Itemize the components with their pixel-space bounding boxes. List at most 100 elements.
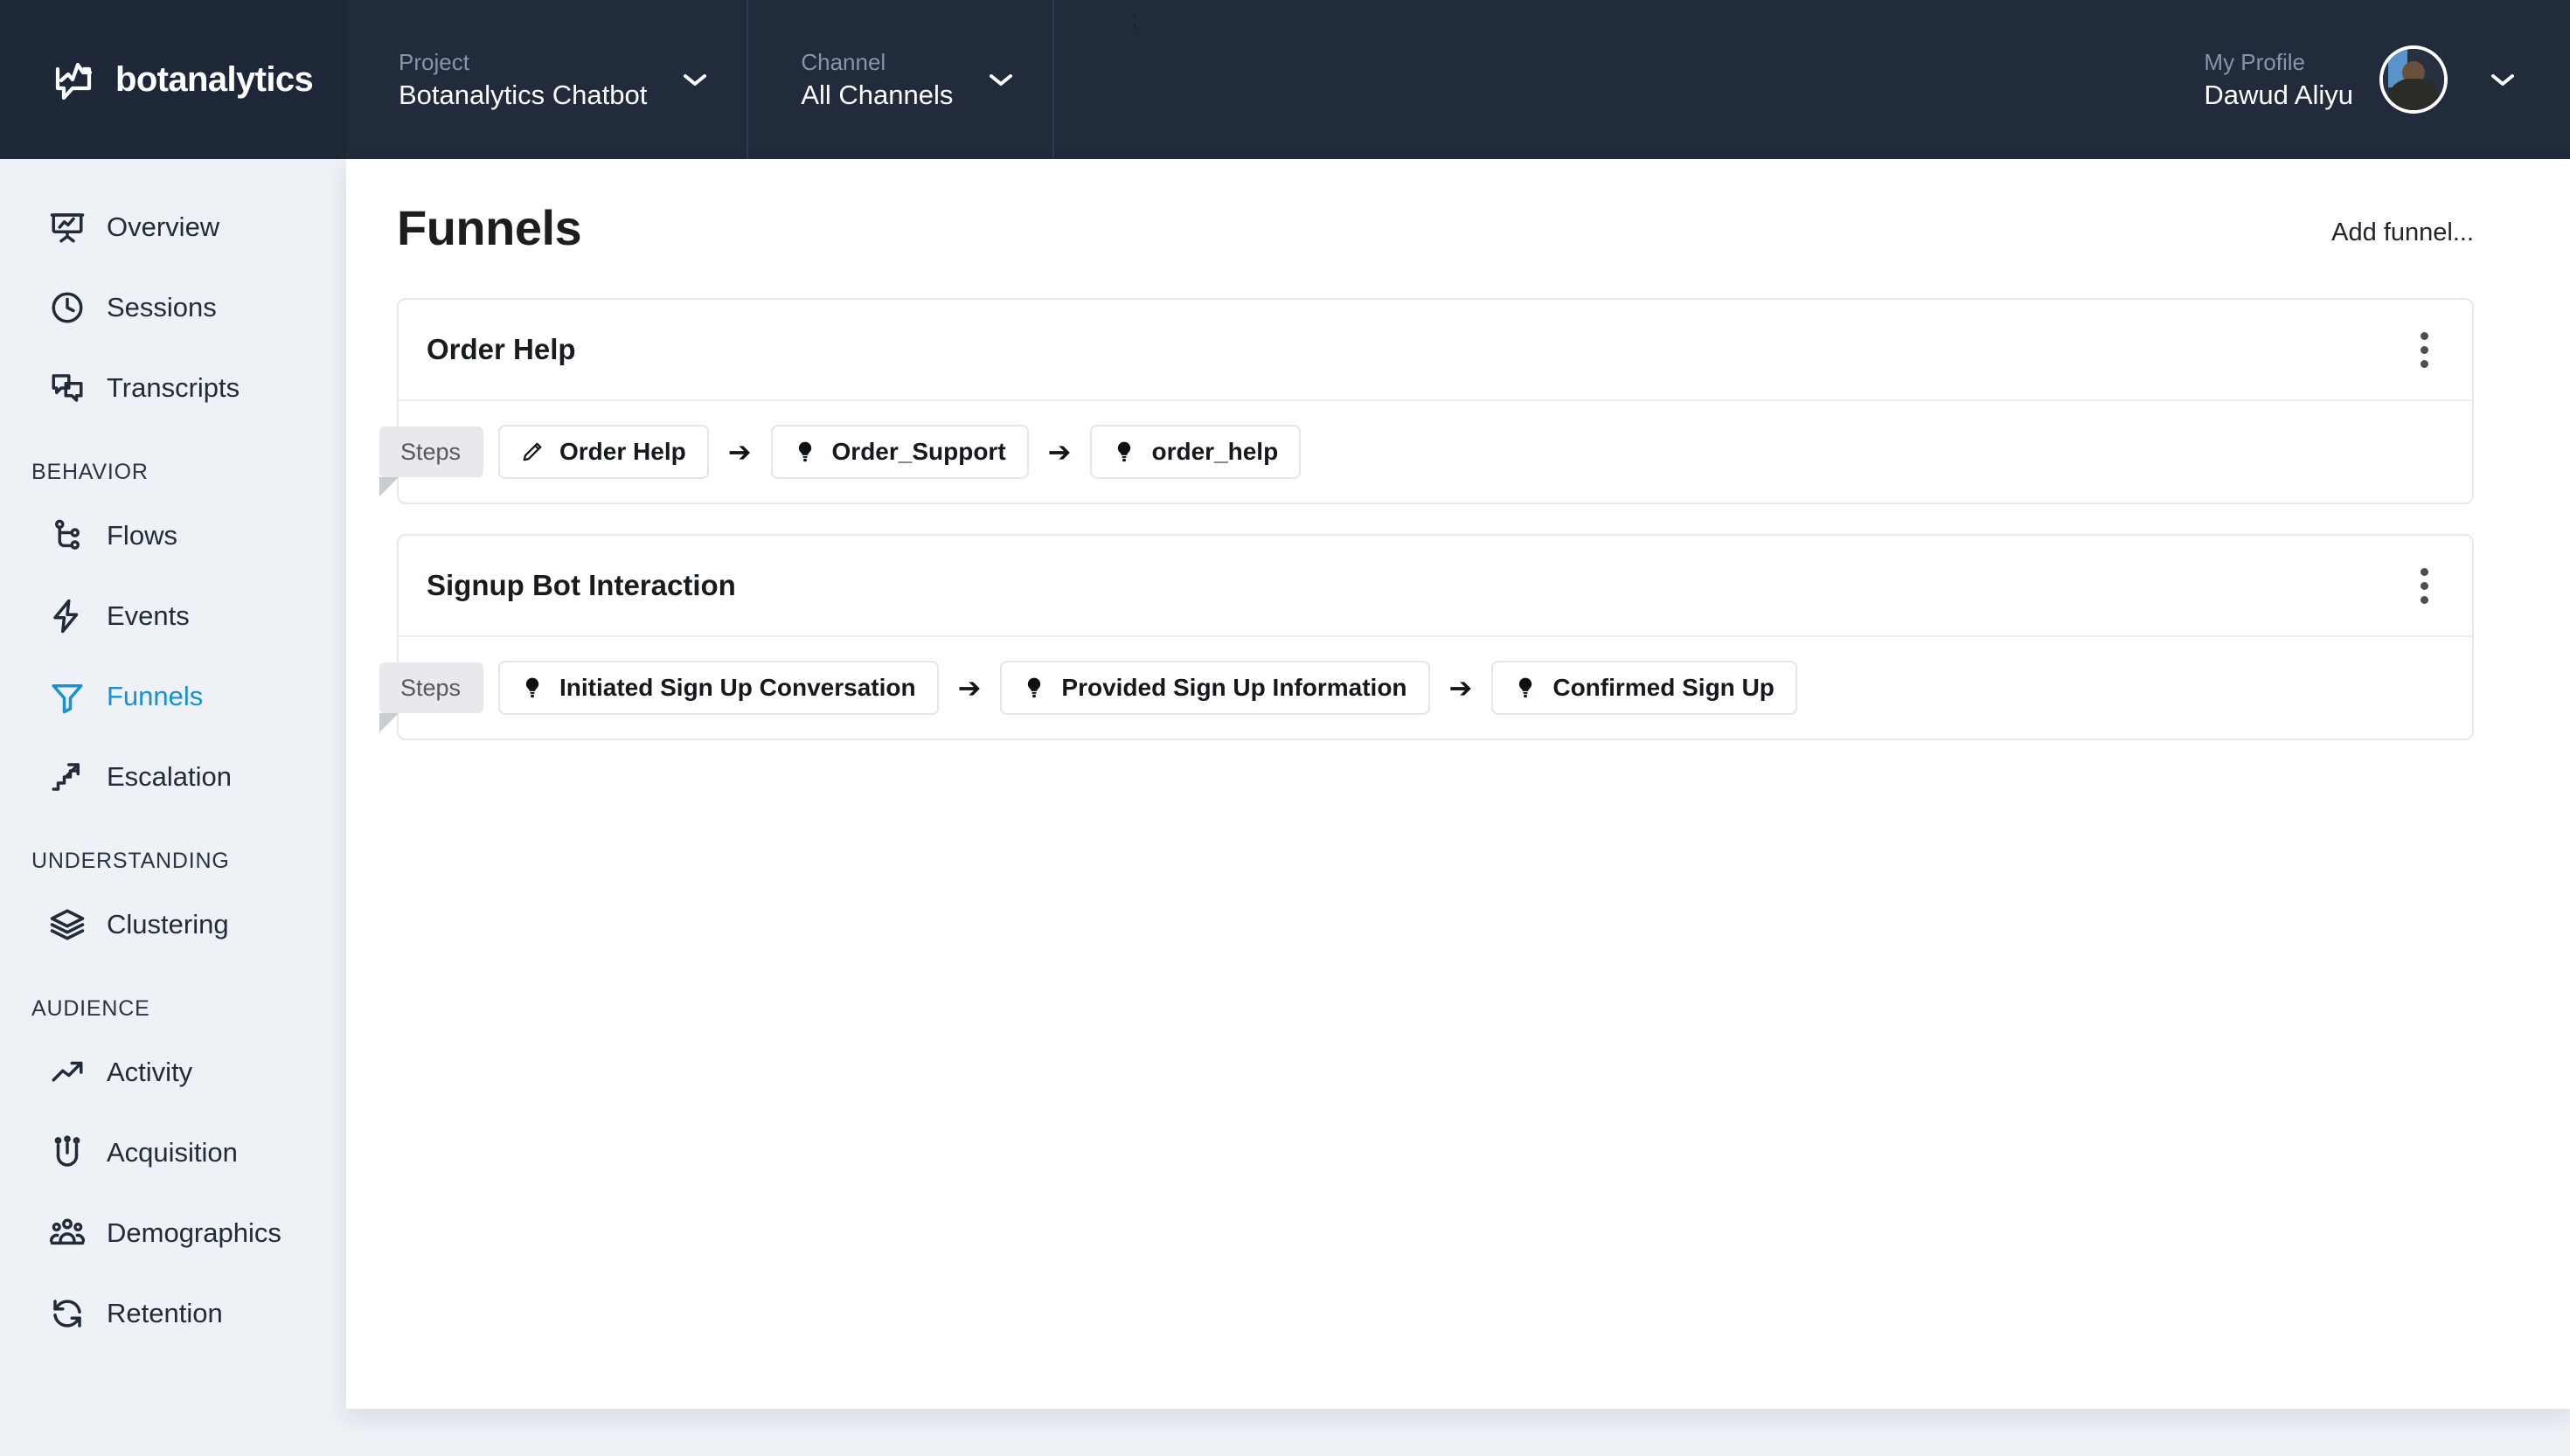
funnel-step-label: Initiated Sign Up Conversation [559, 674, 916, 701]
project-selector[interactable]: Project Botanalytics Chatbot [346, 0, 749, 159]
funnel-icon [49, 678, 86, 715]
sidebar-item-label: Acquisition [107, 1137, 238, 1168]
steps-tag: Steps [379, 426, 484, 496]
funnel-card-body: Steps Order Help ➔ Order_Support ➔ order_help [379, 401, 2472, 503]
funnel-card-header: Signup Bot Interaction [399, 536, 2472, 637]
channel-value: All Channels [801, 79, 954, 110]
step-arrow-icon: ➔ [957, 672, 982, 704]
funnel-list: Order Help Steps Order Help ➔ Order_Support ➔… [346, 298, 2570, 740]
funnel-step-chip[interactable]: Order_Support [770, 425, 1029, 479]
branch-nodes-icon [49, 517, 86, 554]
funnel-step-label: order_help [1151, 438, 1279, 465]
funnel-step-chip[interactable]: Confirmed Sign Up [1491, 661, 1797, 715]
add-funnel-button[interactable]: Add funnel... [2331, 218, 2474, 256]
sidebar-item-flows[interactable]: Flows [0, 496, 346, 576]
funnel-card-body: Steps Initiated Sign Up Conversation ➔ Prov… [379, 637, 2472, 738]
profile-name: Dawud Aliyu [2204, 79, 2353, 110]
sidebar-item-transcripts[interactable]: Transcripts [0, 348, 346, 428]
brand-name: botanalytics [115, 59, 314, 99]
chat-bubbles-icon [49, 370, 86, 406]
avatar[interactable] [2379, 45, 2448, 114]
sidebar-item-funnels[interactable]: Funnels [0, 656, 346, 737]
sidebar-item-label: Retention [107, 1298, 223, 1328]
funnel-step-chip[interactable]: Order Help [498, 425, 709, 479]
funnel-steps-row: Order Help ➔ Order_Support ➔ order_help [498, 425, 1302, 479]
sidebar-item-label: Events [107, 600, 190, 631]
page-header: Funnels Add funnel... [346, 159, 2570, 256]
sidebar-item-overview[interactable]: Overview [0, 187, 346, 267]
funnel-step-label: Provided Sign Up Information [1061, 674, 1407, 701]
funnel-step-label: Order_Support [831, 438, 1006, 465]
sidebar-item-label: Overview [107, 211, 220, 242]
sidebar-item-label: Funnels [107, 681, 204, 711]
sidebar-item-label: Escalation [107, 761, 233, 792]
step-arrow-icon: ➔ [727, 436, 752, 468]
brand-logo-area[interactable]: botanalytics [0, 0, 346, 159]
funnel-step-chip[interactable]: Provided Sign Up Information [1000, 661, 1430, 715]
funnel-step-chip[interactable]: order_help [1090, 425, 1302, 479]
sidebar-item-label: Flows [107, 520, 177, 551]
lightbulb-icon [1113, 439, 1136, 465]
sidebar-item-sessions[interactable]: Sessions [0, 267, 346, 348]
funnel-card: Order Help Steps Order Help ➔ Order_Support ➔… [379, 298, 2474, 504]
stairs-arrow-icon [49, 759, 86, 795]
pencil-icon [521, 439, 544, 465]
funnel-card-header: Order Help [399, 300, 2472, 401]
step-arrow-icon: ➔ [1047, 436, 1072, 468]
main-content: Funnels Add funnel... Order Help Steps Ord… [346, 159, 2570, 1409]
steps-tag: Steps [379, 662, 484, 732]
project-label: Project [399, 48, 469, 75]
funnel-steps-row: Initiated Sign Up Conversation ➔ Provided … [498, 661, 1797, 715]
chevron-down-icon [682, 72, 708, 87]
sidebar-group-title: UNDERSTANDING [31, 849, 230, 873]
funnel-step-chip[interactable]: Initiated Sign Up Conversation [498, 661, 939, 715]
sidebar-item-label: Clustering [107, 909, 229, 939]
sidebar-group-title: AUDIENCE [31, 996, 150, 1021]
sidebar-group-title: BEHAVIOR [31, 460, 149, 484]
channel-label: Channel [801, 48, 886, 75]
sidebar-item-escalation[interactable]: Escalation [0, 737, 346, 817]
window-marker: ; [1131, 5, 1138, 31]
top-bar-spacer: ; [1054, 0, 2204, 159]
sidebar-item-retention[interactable]: Retention [0, 1273, 346, 1354]
sidebar-item-events[interactable]: Events [0, 576, 346, 656]
people-group-icon [49, 1215, 86, 1251]
presentation-chart-icon [49, 209, 86, 246]
sidebar-item-demographics[interactable]: Demographics [0, 1193, 346, 1273]
lightbulb-icon [1023, 675, 1045, 701]
trend-arrow-icon [49, 1054, 86, 1091]
project-value: Botanalytics Chatbot [399, 79, 648, 110]
top-bar: botanalytics Project Botanalytics Chatbo… [0, 0, 2570, 159]
botanalytics-speech-chart-logo-icon [51, 57, 96, 102]
sidebar-item-clustering[interactable]: Clustering [0, 884, 346, 965]
magnet-people-icon [49, 1134, 86, 1171]
chevron-down-icon [988, 72, 1014, 87]
sidebar-item-activity[interactable]: Activity [0, 1032, 346, 1113]
sidebar-item-label: Activity [107, 1057, 193, 1087]
clock-icon [49, 289, 86, 326]
profile-menu[interactable]: My Profile Dawud Aliyu [2204, 0, 2570, 159]
funnel-name: Signup Bot Interaction [427, 569, 736, 601]
channel-selector[interactable]: Channel All Channels [748, 0, 1055, 159]
sidebar-item-label: Transcripts [107, 372, 240, 403]
page-title: Funnels [397, 200, 582, 255]
sidebar-item-acquisition[interactable]: Acquisition [0, 1113, 346, 1193]
chevron-down-icon[interactable] [2490, 72, 2516, 87]
lightbulb-icon [1514, 675, 1537, 701]
sidebar-item-label: Demographics [107, 1217, 281, 1248]
kebab-menu-icon[interactable] [2412, 559, 2437, 613]
sidebar: Overview Sessions Transcripts BEHAVIOR Flows… [0, 159, 346, 1456]
refresh-cycle-icon [49, 1295, 86, 1332]
lightning-bolt-icon [49, 598, 86, 634]
profile-label: My Profile [2204, 48, 2305, 75]
lightbulb-icon [794, 439, 816, 465]
layers-icon [49, 906, 86, 943]
funnel-step-label: Confirmed Sign Up [1552, 674, 1775, 701]
sidebar-item-label: Sessions [107, 292, 217, 322]
kebab-menu-icon[interactable] [2412, 323, 2437, 377]
funnel-step-label: Order Help [559, 438, 686, 465]
funnel-card: Signup Bot Interaction Steps Initiated Sig… [379, 534, 2474, 740]
funnel-name: Order Help [427, 333, 576, 365]
step-arrow-icon: ➔ [1448, 672, 1473, 704]
lightbulb-icon [521, 675, 544, 701]
